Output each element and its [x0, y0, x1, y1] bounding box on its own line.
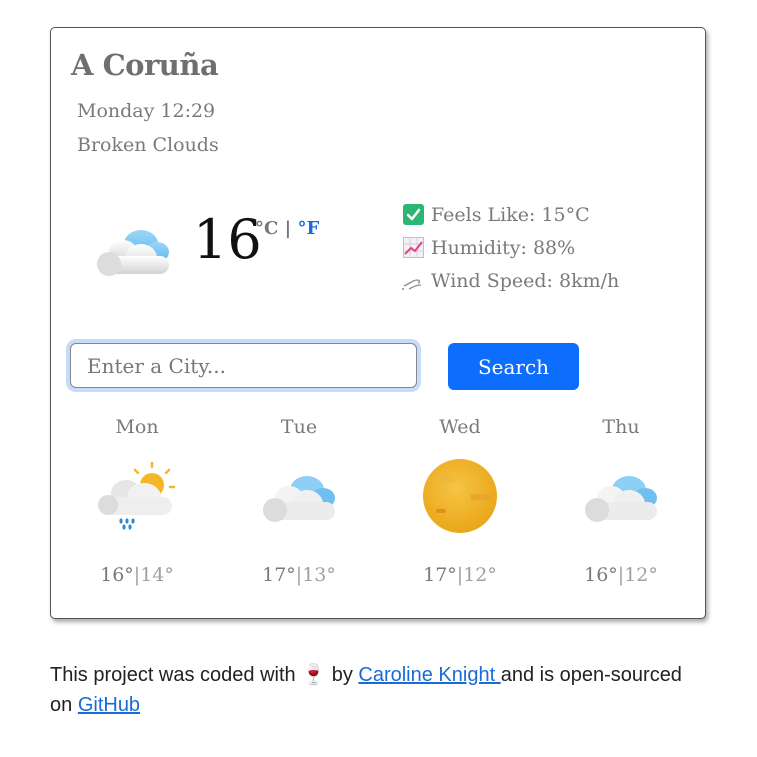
- weather-card: A Coruña Monday 12:29 Broken Clouds 16 °…: [50, 27, 706, 619]
- unit-separator: |: [284, 218, 292, 239]
- feels-like-label: Feels Like: 15°C: [431, 203, 590, 226]
- forecast-low: 14°: [140, 564, 174, 586]
- forecast-day-name: Tue: [280, 416, 318, 438]
- cloud-icon: [93, 220, 173, 280]
- forecast-day: Wed 17°|12°: [400, 416, 520, 586]
- footer: This project was coded with 🍷 by Carolin…: [50, 660, 710, 720]
- current-temperature: 16: [193, 208, 262, 271]
- forecast-temps: 17°|13°: [239, 564, 359, 586]
- cloud-icon: [561, 446, 681, 546]
- unit-toggle: °C | °F: [255, 218, 319, 239]
- chart-icon: [401, 236, 425, 260]
- wine-glass-icon: 🍷: [301, 664, 327, 686]
- footer-on: on: [50, 694, 73, 716]
- forecast-high: 17°: [262, 564, 296, 586]
- author-link[interactable]: Caroline Knight: [358, 664, 500, 686]
- forecast-low: 13°: [302, 564, 336, 586]
- forecast: Mon 16°|14° Tue 17°|13° Wed 17°|12° Thu …: [51, 416, 707, 606]
- rain-sun-icon: [77, 446, 197, 546]
- footer-prefix: This project was coded with: [50, 664, 296, 686]
- forecast-day: Thu 16°|12°: [561, 416, 681, 586]
- day-time: Monday 12:29: [77, 100, 216, 122]
- search-button[interactable]: Search: [448, 343, 579, 390]
- wind-speed-label: Wind Speed: 8km/h: [431, 269, 620, 292]
- forecast-temps: 16°|14°: [77, 564, 197, 586]
- cloud-icon: [239, 446, 359, 546]
- footer-by: by: [331, 664, 353, 686]
- check-icon: [401, 203, 425, 227]
- forecast-day: Tue 17°|13°: [239, 416, 359, 586]
- footer-middle: and is open-sourced: [500, 664, 682, 686]
- forecast-day: Mon 16°|14°: [77, 416, 197, 586]
- humidity-label: Humidity: 88%: [431, 236, 576, 259]
- forecast-temps: 17°|12°: [400, 564, 520, 586]
- wind-icon: [401, 269, 425, 293]
- forecast-day-name: Wed: [439, 416, 481, 438]
- forecast-day-name: Thu: [602, 416, 640, 438]
- city-name: A Coruña: [71, 48, 219, 82]
- weather-description: Broken Clouds: [77, 134, 219, 156]
- celsius-unit: °C: [255, 218, 279, 239]
- forecast-high: 16°: [100, 564, 134, 586]
- forecast-low: 12°: [624, 564, 658, 586]
- github-link[interactable]: GitHub: [78, 694, 140, 716]
- forecast-day-name: Mon: [115, 416, 159, 438]
- sun-icon: [400, 446, 520, 546]
- weather-details: Feels Like: 15°C Humidity: 88% Wind Spee…: [401, 198, 619, 297]
- wind-speed: Wind Speed: 8km/h: [401, 264, 619, 297]
- humidity: Humidity: 88%: [401, 231, 619, 264]
- forecast-high: 17°: [423, 564, 457, 586]
- city-search-input[interactable]: [70, 343, 417, 388]
- fahrenheit-link[interactable]: °F: [297, 218, 319, 239]
- forecast-temps: 16°|12°: [561, 564, 681, 586]
- feels-like: Feels Like: 15°C: [401, 198, 619, 231]
- forecast-high: 16°: [584, 564, 618, 586]
- forecast-low: 12°: [463, 564, 497, 586]
